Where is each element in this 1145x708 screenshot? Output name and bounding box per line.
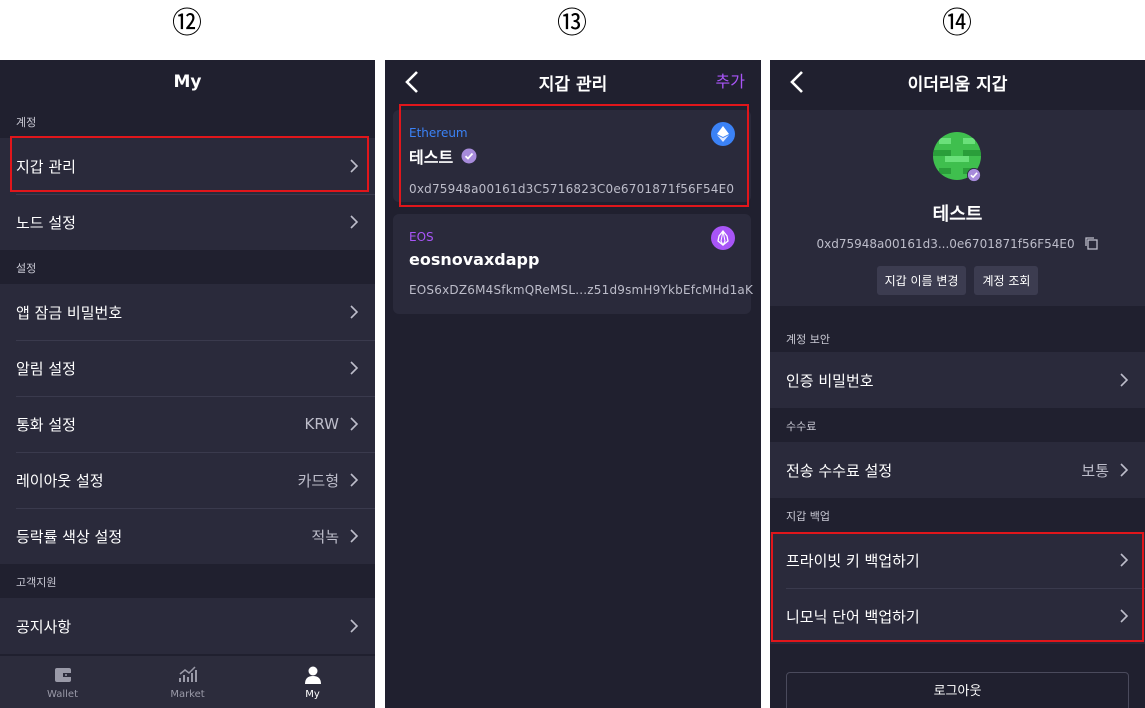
verified-badge-icon [461,148,477,164]
row-label: 등락률 색상 설정 [16,527,123,546]
chevron-right-icon [350,529,359,543]
row-layout-settings[interactable]: 레이아웃 설정 카드형 [0,452,375,508]
row-value: KRW [304,415,339,433]
step-number-12: ⑫ [172,6,202,41]
section-label-support: 고객지원 [0,564,375,598]
section-label-fee: 수수료 [770,408,1145,442]
wallet-card-ethereum[interactable]: Ethereum 테스트 0xd75948a00161d3C5716823C0e… [393,110,751,202]
wallet-name-text: eosnovaxdapp [409,250,540,269]
tab-label: Wallet [46,689,78,700]
chain-label: Ethereum [409,126,468,140]
page-title: 지갑 관리 [538,74,608,95]
row-label: 전송 수수료 설정 [786,461,893,480]
wallet-name-text: 테스트 [409,148,454,167]
section-label-backup: 지갑 백업 [770,498,1145,532]
chain-label: EOS [409,230,434,244]
chevron-left-icon [790,71,803,93]
row-label: 레이아웃 설정 [16,471,104,490]
view-account-button[interactable]: 계정 조회 [974,266,1039,295]
copy-icon[interactable] [1084,236,1099,250]
row-node-settings[interactable]: 노드 설정 [0,194,375,250]
ethereum-icon [711,122,735,146]
row-notification-settings[interactable]: 알림 설정 [0,340,375,396]
navbar: 지갑 관리 추가 [385,60,761,104]
verified-badge-icon [967,168,981,182]
chevron-right-icon [1120,463,1129,477]
my-screen: My 계정 지갑 관리 노드 설정 설정 앱 잠금 비밀번호 알림 설정 통화 … [0,60,375,708]
tab-wallet[interactable]: Wallet [0,656,125,708]
wallet-card-eos[interactable]: EOS eosnovaxdapp EOS6xDZ6M4SfkmQReMSL...… [393,214,754,314]
wallet-address: 0xd75948a00161d3...0e6701871f56F54E0 [770,236,1145,251]
row-label: 공지사항 [16,617,72,636]
chevron-right-icon [350,473,359,487]
chart-icon [178,666,197,682]
back-button[interactable] [397,66,429,98]
row-value: 보통 [1081,461,1109,480]
chevron-right-icon [350,417,359,431]
section-label-settings: 설정 [0,250,375,284]
section-label-account: 계정 [0,104,375,138]
person-icon [304,666,321,684]
chevron-right-icon [1120,609,1129,623]
row-app-lock-password[interactable]: 앱 잠금 비밀번호 [0,284,375,340]
row-auth-password[interactable]: 인증 비밀번호 [770,352,1145,408]
row-change-color-settings[interactable]: 등락률 색상 설정 적녹 [0,508,375,564]
ethereum-wallet-screen: 이더리움 지갑 테스트 0xd75948a00161d3...0e6701871… [770,60,1145,708]
row-value: 카드형 [297,471,339,490]
page-title: My [173,72,202,92]
wallet-profile: 테스트 0xd75948a00161d3...0e6701871f56F54E0… [770,110,1145,306]
wallet-manage-screen: 지갑 관리 추가 Ethereum 테스트 0xd75948a00161d3C5… [385,60,761,708]
chevron-left-icon [405,71,418,93]
navbar: 이더리움 지갑 [770,60,1145,104]
row-transfer-fee[interactable]: 전송 수수료 설정 보통 [770,442,1145,498]
tab-label: My [305,689,320,700]
wallet-name: 테스트 [409,144,735,168]
row-private-key-backup[interactable]: 프라이빗 키 백업하기 [770,532,1145,588]
chevron-right-icon [1120,373,1129,387]
settings-list: 계정 보안 인증 비밀번호 수수료 전송 수수료 설정 보통 지갑 백업 프라이… [770,320,1145,644]
row-wallet-manage[interactable]: 지갑 관리 [0,138,375,194]
wallet-name: 테스트 [932,204,983,225]
wallet-icon [54,668,71,682]
chevron-right-icon [350,361,359,375]
row-mnemonic-backup[interactable]: 니모닉 단어 백업하기 [770,588,1145,644]
chevron-right-icon [350,159,359,173]
page-title: 이더리움 지갑 [907,74,1008,95]
row-currency-settings[interactable]: 통화 설정 KRW [0,396,375,452]
row-label: 노드 설정 [16,213,76,232]
tab-market[interactable]: Market [125,656,250,708]
rename-wallet-button[interactable]: 지갑 이름 변경 [876,266,967,295]
logout-button[interactable]: 로그아웃 [786,672,1129,708]
row-value: 적녹 [311,527,339,546]
row-label: 앱 잠금 비밀번호 [16,303,123,322]
chevron-right-icon [350,305,359,319]
eos-icon [711,226,735,250]
profile-actions: 지갑 이름 변경 계정 조회 [770,266,1145,295]
tab-label: Market [170,689,205,700]
wallet-address-text: 0xd75948a00161d3...0e6701871f56F54E0 [816,237,1075,251]
chevron-right-icon [350,215,359,229]
row-label: 인증 비밀번호 [786,371,874,390]
add-wallet-button[interactable]: 추가 [716,60,745,104]
row-label: 프라이빗 키 백업하기 [786,551,920,570]
wallet-address: EOS6xDZ6M4SfkmQReMSL...z51d9smH9YkbEfcMH… [409,283,754,297]
row-label: 지갑 관리 [16,157,76,176]
step-number-14: ⑭ [942,6,972,41]
step-number-13: ⑬ [557,6,587,41]
chevron-right-icon [1120,553,1129,567]
navbar: My [0,60,375,104]
wallet-name: eosnovaxdapp [409,250,735,269]
row-notices[interactable]: 공지사항 [0,598,375,654]
tab-bar: Wallet Market My [0,656,375,708]
row-label: 알림 설정 [16,359,76,378]
back-button[interactable] [782,66,814,98]
row-label: 통화 설정 [16,415,76,434]
tab-my[interactable]: My [250,656,375,708]
wallet-address: 0xd75948a00161d3C5716823C0e6701871f56F54… [409,182,735,196]
row-label: 니모닉 단어 백업하기 [786,607,920,626]
chevron-right-icon [350,619,359,633]
section-label-security: 계정 보안 [770,320,1145,352]
